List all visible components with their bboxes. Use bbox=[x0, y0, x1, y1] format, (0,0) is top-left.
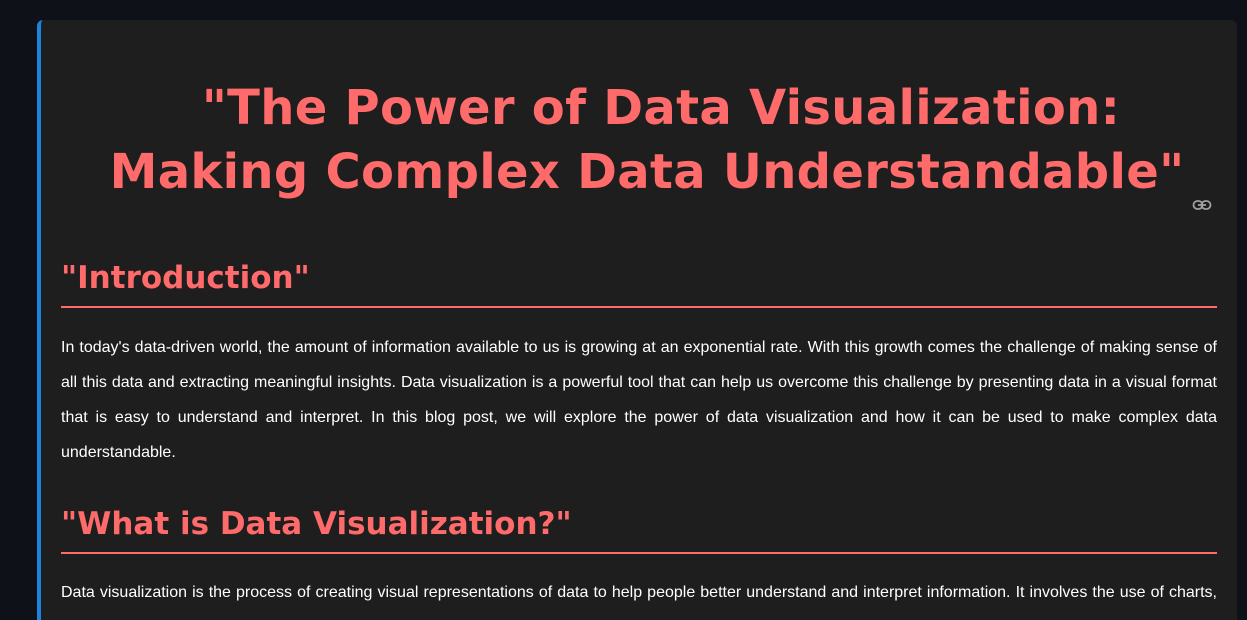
page-title: "The Power of Data Visualization: Making… bbox=[101, 76, 1221, 210]
section-body-introduction: In today's data-driven world, the amount… bbox=[61, 339, 1217, 461]
section-body-what-is-data-visualization: Data visualization is the process of cre… bbox=[61, 584, 1217, 620]
article-card: "The Power of Data Visualization: Making… bbox=[37, 20, 1237, 620]
section-heading-what-is-data-visualization: "What is Data Visualization?" bbox=[61, 504, 1217, 554]
section-heading-introduction: "Introduction" bbox=[61, 258, 1217, 308]
link-icon[interactable] bbox=[1192, 164, 1212, 210]
page-title-text: "The Power of Data Visualization: Making… bbox=[109, 80, 1185, 200]
